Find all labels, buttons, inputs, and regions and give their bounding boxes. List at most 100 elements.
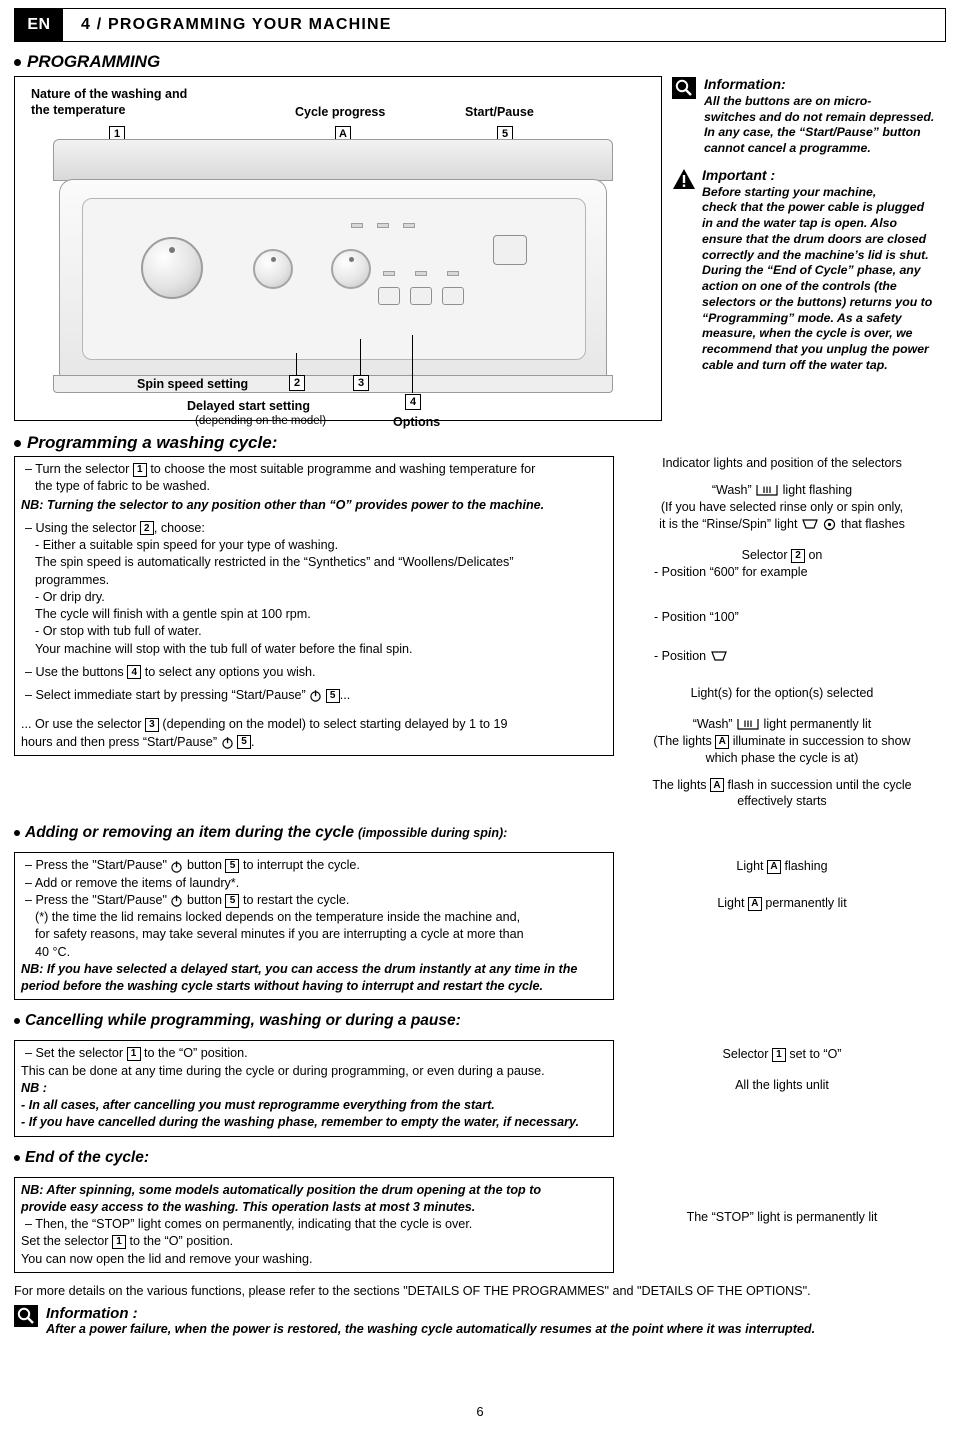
option-lights-note: Light(s) for the option(s) selected	[690, 685, 874, 700]
delayed-lights-note-2: effectively starts	[737, 794, 827, 809]
drip-dry-icon	[801, 516, 819, 533]
power-symbol-icon	[309, 687, 322, 704]
position-drip-note: - Position	[620, 648, 944, 665]
progress-lights-note-2: which phase the cycle is at)	[705, 750, 859, 765]
leader-line-2	[296, 353, 297, 375]
start-pause-badge: 5	[225, 858, 240, 873]
label-cycle-progress: Cycle progress	[295, 105, 386, 119]
step-2-note-3: The cycle will finish with a gentle spin…	[35, 607, 311, 621]
cancel-step-1: – Set the selector 1 to the “O” position…	[25, 1046, 248, 1062]
cancelling-section: – Set the selector 1 to the “O” position…	[14, 1040, 946, 1137]
selector-3-badge: 3	[144, 717, 159, 732]
selector-3-knob	[331, 249, 371, 289]
warning-triangle-icon	[672, 168, 696, 374]
cancelling-title: Cancelling while programming, washing or…	[25, 1012, 461, 1030]
progress-led-3	[403, 223, 415, 228]
eoc-nb-2: provide easy access to the washing. This…	[21, 1199, 476, 1214]
power-symbol-icon	[170, 892, 183, 909]
position-600-note: - Position “600” for example	[654, 564, 808, 579]
label-delayed-sub: (depending on the model)	[195, 415, 327, 427]
ar-note-3: 40 °C.	[35, 944, 71, 959]
ar-step-1: – Press the "Start/Pause" button 5 to in…	[25, 857, 607, 874]
selector-2-badge: 2	[790, 548, 805, 563]
bullet-icon	[14, 58, 21, 66]
stop-light-note: The “STOP” light is permanently lit	[686, 1209, 878, 1224]
programming-cycle-title: Programming a washing cycle:	[27, 433, 278, 452]
step-4: – Select immediate start by pressing “St…	[25, 687, 607, 704]
end-of-cycle-left: NB: After spinning, some models automati…	[14, 1176, 614, 1273]
cancelling-heading: Cancelling while programming, washing or…	[14, 1012, 946, 1030]
programming-cycle-left: Programming a washing cycle: – Turn the …	[14, 433, 614, 810]
light-a-flashing-note: Light A flashing	[736, 859, 828, 875]
ar-step-2: – Add or remove the items of laundry*.	[25, 875, 240, 890]
selector-1-knob	[141, 237, 203, 299]
magnifier-info-icon	[14, 1305, 40, 1336]
start-pause-badge: 5	[225, 893, 240, 908]
step-1: – Turn the selector 1 to choose the most…	[25, 462, 536, 477]
cancelling-right: Selector 1 set to “O” All the lights unl…	[614, 1040, 944, 1136]
callout-2: 2	[289, 374, 305, 392]
cancel-nb-2: - If you have cancelled during the washi…	[21, 1115, 580, 1130]
page-title: 4 / PROGRAMMING YOUR MACHINE	[81, 16, 392, 33]
label-options: Options	[393, 415, 441, 429]
option-button-1	[378, 287, 400, 305]
rinse-spin-note-2: it is the “Rinse/Spin” light that flashe…	[620, 516, 944, 533]
end-of-cycle-heading: End of the cycle:	[14, 1149, 946, 1167]
end-of-cycle-title: End of the cycle:	[25, 1148, 150, 1166]
position-100-note: - Position “100”	[654, 609, 739, 624]
ar-nb-1: NB: If you have selected a delayed start…	[21, 961, 578, 976]
callout-4: 4	[405, 393, 421, 411]
label-start-pause: Start/Pause	[465, 105, 534, 119]
wash-symbol-icon	[755, 482, 779, 499]
progress-badge-a: A	[747, 896, 762, 911]
footer-information-note: Information : After a power failure, whe…	[14, 1305, 946, 1336]
programming-cycle-section: Programming a washing cycle: – Turn the …	[14, 433, 946, 810]
step-3: – Use the buttons 4 to select any option…	[25, 664, 316, 680]
programming-cycle-heading: Programming a washing cycle:	[14, 433, 614, 453]
progress-led-2	[377, 223, 389, 228]
adding-removing-heading: Adding or removing an item during the cy…	[14, 824, 946, 842]
option-button-2	[410, 287, 432, 305]
option-led-3	[447, 271, 459, 276]
eoc-nb-1: NB: After spinning, some models automati…	[21, 1182, 542, 1197]
important-text: Important : Before starting your machine…	[702, 166, 933, 372]
ar-nb-2: period before the washing cycle starts w…	[21, 979, 544, 994]
step-2-option-b: - Or drip dry.	[35, 589, 105, 604]
information-text: Information: All the buttons are on micr…	[704, 76, 935, 156]
selector-1-badge: 1	[112, 1235, 127, 1250]
important-note: Important : Before starting your machine…	[672, 167, 938, 374]
selector-1-o-note: Selector 1 set to “O”	[722, 1047, 842, 1063]
indicator-lights-heading: Indicator lights and position of the sel…	[662, 456, 902, 470]
page-header: EN 4 / PROGRAMMING YOUR MACHINE	[14, 8, 946, 42]
selector-1-badge: 1	[126, 1047, 141, 1062]
eoc-step-3: You can now open the lid and remove your…	[21, 1251, 313, 1266]
start-pause-badge: 5	[237, 735, 252, 750]
option-led-2	[415, 271, 427, 276]
step-1-cont: the type of fabric to be washed.	[35, 479, 211, 494]
programming-steps-frame: – Turn the selector 1 to choose the most…	[14, 456, 614, 756]
section-programming-heading: PROGRAMMING	[14, 52, 946, 72]
step-5-cont: hours and then press “Start/Pause” 5.	[21, 734, 607, 751]
document-page: EN 4 / PROGRAMMING YOUR MACHINE PROGRAMM…	[0, 8, 960, 1431]
step-5: ... Or use the selector 3 (depending on …	[21, 717, 508, 732]
footer-information-text: Information : After a power failure, whe…	[46, 1305, 816, 1337]
end-of-cycle-frame: NB: After spinning, some models automati…	[14, 1176, 614, 1273]
start-pause-button	[493, 235, 527, 265]
step-2: – Using the selector 2, choose:	[25, 520, 205, 536]
notes-column: Information: All the buttons are on micr…	[672, 76, 938, 421]
power-symbol-icon	[221, 734, 234, 751]
machine-top	[53, 139, 613, 181]
drip-dry-icon	[710, 648, 728, 665]
selector-2-knob	[253, 249, 293, 289]
progress-badge-a: A	[715, 734, 730, 749]
footer-details-text: For more details on the various function…	[14, 1283, 811, 1298]
progress-badge-a: A	[710, 778, 725, 793]
selector-1-badge: 1	[132, 462, 147, 477]
eoc-step-2: Set the selector 1 to the “O” position.	[21, 1234, 234, 1250]
step-2-option-a: - Either a suitable spin speed for your …	[35, 538, 339, 552]
control-panel-diagram: Nature of the washing and the temperatur…	[14, 76, 662, 429]
adding-removing-left: – Press the "Start/Pause" button 5 to in…	[14, 852, 614, 1001]
programming-cycle-right: Indicator lights and position of the sel…	[614, 433, 944, 810]
bullet-icon	[14, 830, 20, 837]
adding-removing-subtitle: (impossible during spin):	[358, 826, 508, 841]
